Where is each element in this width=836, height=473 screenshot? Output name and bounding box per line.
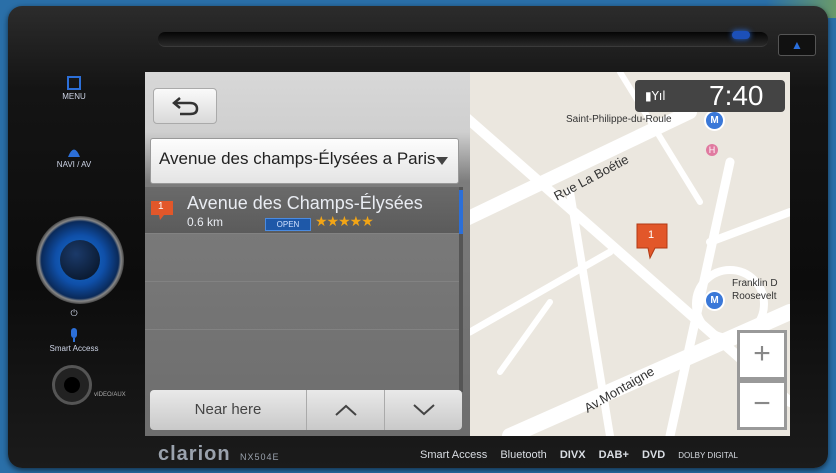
minus-icon: − (753, 387, 771, 420)
navi-av-button[interactable]: NAVI / AV (28, 144, 120, 169)
left-control-panel: MENU NAVI / AV ⏻ Smart Access vIDEO/AUX (28, 40, 132, 430)
feature-dolby: DOLBY DIGITAL (678, 451, 738, 460)
feature-logos: Smart Access Bluetooth DIVX DAB+ DVD DOL… (420, 449, 748, 461)
feature-bluetooth: Bluetooth (500, 449, 547, 461)
result-item[interactable]: 1 Avenue des Champs-Élysées 0.6 km OPEN … (145, 187, 460, 233)
feature-divx: DIVX (559, 449, 586, 461)
label-franklin: Franklin D (732, 278, 778, 289)
bottom-bar: Near here (150, 390, 462, 430)
navi-av-label: NAVI / AV (56, 160, 92, 169)
port-label: vIDEO/AUX (94, 392, 126, 398)
eject-button[interactable]: ▲ (778, 34, 816, 56)
result-badge: 1 (158, 201, 164, 212)
volume-knob[interactable] (36, 216, 124, 304)
smart-access-button[interactable]: Smart Access (28, 328, 120, 353)
model-label: NX504E (240, 452, 280, 462)
hospital-icon[interactable]: H (706, 144, 718, 156)
search-input[interactable]: Avenue des champs-Élysées a Paris (150, 138, 459, 184)
result-distance: 0.6 km (187, 215, 224, 229)
zoom-in-button[interactable]: + (737, 330, 787, 380)
menu-icon (67, 76, 81, 90)
feature-dab: DAB+ (598, 449, 629, 461)
zoom-out-button[interactable]: − (737, 380, 787, 430)
scroll-down-button[interactable] (385, 390, 462, 430)
metro-icon[interactable]: M (704, 110, 725, 131)
chevron-down-icon (413, 404, 435, 416)
menu-label: MENU (62, 92, 86, 101)
metro-icon[interactable]: M (704, 290, 725, 311)
open-badge: OPEN (265, 218, 311, 231)
status-led (732, 31, 750, 39)
list-item[interactable] (145, 233, 460, 282)
disc-slot (158, 32, 768, 47)
scroll-up-button[interactable] (307, 390, 385, 430)
near-here-button[interactable]: Near here (150, 390, 307, 430)
clock: 7:40 (709, 80, 764, 111)
back-arrow-icon (172, 97, 199, 116)
navi-icon (68, 149, 80, 157)
chevron-down-icon (436, 157, 448, 165)
label-saint-philippe: Saint-Philippe-du-Roule (566, 114, 672, 125)
signal-icon: ▮Yıl (645, 89, 666, 103)
touchscreen: Avenue des champs-Élysées a Paris 1 Aven… (145, 72, 790, 436)
list-item[interactable] (145, 329, 460, 378)
aux-port[interactable] (52, 365, 92, 405)
search-input-value: Avenue des champs-Élysées a Paris (159, 149, 436, 168)
list-item[interactable] (145, 281, 460, 330)
smart-access-label: Smart Access (49, 344, 99, 353)
plus-icon: + (753, 337, 771, 370)
scrollbar-thumb[interactable] (459, 190, 463, 234)
feature-dvd: DVD (641, 449, 666, 461)
rating-stars: ★★★★★ (315, 213, 374, 229)
brand-logo: clarion (158, 443, 231, 465)
result-title: Avenue des Champs-Élysées (187, 193, 423, 213)
label-roosevelt: Roosevelt (732, 291, 777, 302)
destination-marker-icon[interactable] (635, 222, 669, 262)
power-icon[interactable]: ⏻ (28, 308, 120, 319)
menu-button[interactable]: MENU (28, 76, 120, 101)
search-panel: Avenue des champs-Élysées a Paris 1 Aven… (145, 72, 470, 436)
feature-smart-access: Smart Access (420, 449, 488, 461)
back-button[interactable] (153, 88, 217, 124)
chevron-up-icon (335, 404, 357, 416)
marker-badge: 1 (648, 229, 655, 241)
microphone-icon (71, 328, 77, 342)
status-bar: ▮Yıl 7:40 (635, 80, 785, 112)
knob-center (60, 240, 100, 280)
